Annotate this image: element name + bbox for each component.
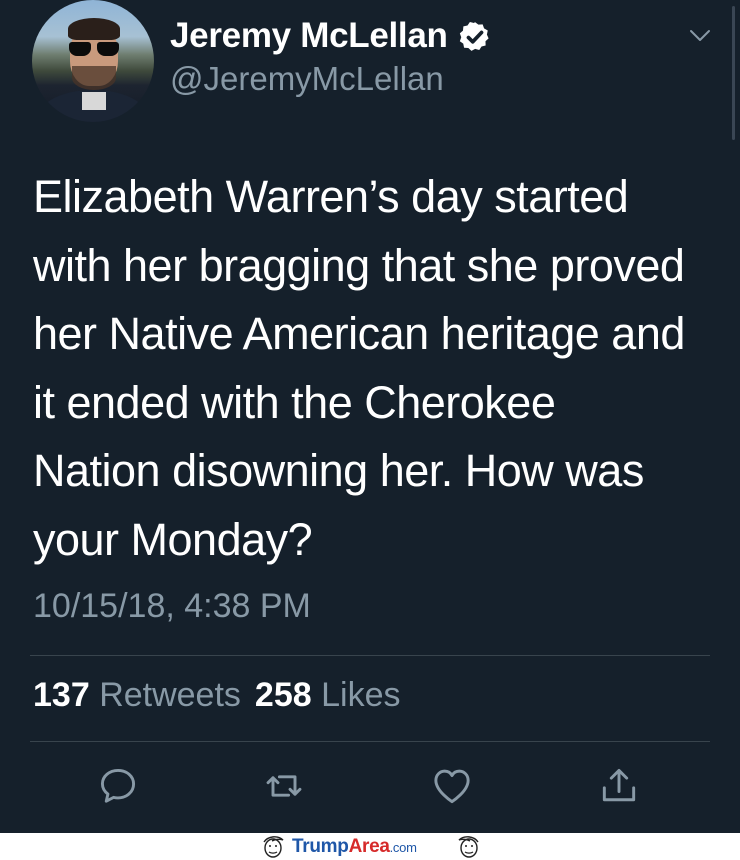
chevron-down-icon[interactable] xyxy=(686,26,714,46)
watermark-bar: TrumpArea.com xyxy=(0,833,740,860)
verified-badge-icon xyxy=(459,21,489,51)
tweet-timestamp[interactable]: 10/15/18, 4:38 PM xyxy=(33,587,311,626)
share-button[interactable] xyxy=(597,764,641,808)
retweets-stat[interactable]: 137 Retweets xyxy=(33,676,241,714)
avatar-beard xyxy=(72,66,116,90)
caricature-face-icon xyxy=(458,836,479,858)
retweet-icon xyxy=(266,775,302,797)
avatar-sunglasses xyxy=(69,42,119,56)
watermark-logo: TrumpArea.com xyxy=(260,833,482,860)
author-handle[interactable]: @JeremyMcLellan xyxy=(170,60,444,98)
author-name[interactable]: Jeremy McLellan xyxy=(170,16,448,56)
scrollbar[interactable] xyxy=(732,6,735,140)
reply-button[interactable] xyxy=(96,764,140,808)
watermark-text: TrumpArea.com xyxy=(292,836,417,857)
divider xyxy=(30,741,710,742)
like-button[interactable] xyxy=(430,764,474,808)
divider xyxy=(30,655,710,656)
share-icon xyxy=(602,768,636,802)
caricature-face-icon xyxy=(263,836,284,858)
like-icon xyxy=(434,769,470,804)
avatar[interactable] xyxy=(32,0,154,122)
likes-stat[interactable]: 258 Likes xyxy=(255,676,401,714)
likes-label: Likes xyxy=(321,676,401,714)
retweets-label: Retweets xyxy=(99,676,241,714)
engagement-stats: 137 Retweets 258 Likes xyxy=(33,676,400,715)
likes-count: 258 xyxy=(254,676,312,714)
reply-icon xyxy=(100,768,136,803)
tweet-card: Jeremy McLellan @JeremyMcLellan Elizabet… xyxy=(0,0,740,833)
avatar-collar xyxy=(82,92,106,110)
retweets-count: 137 xyxy=(33,676,90,714)
tweet-text: Elizabeth Warren’s day started with her … xyxy=(33,171,685,565)
retweet-button[interactable] xyxy=(262,764,306,808)
avatar-hair xyxy=(68,18,120,40)
